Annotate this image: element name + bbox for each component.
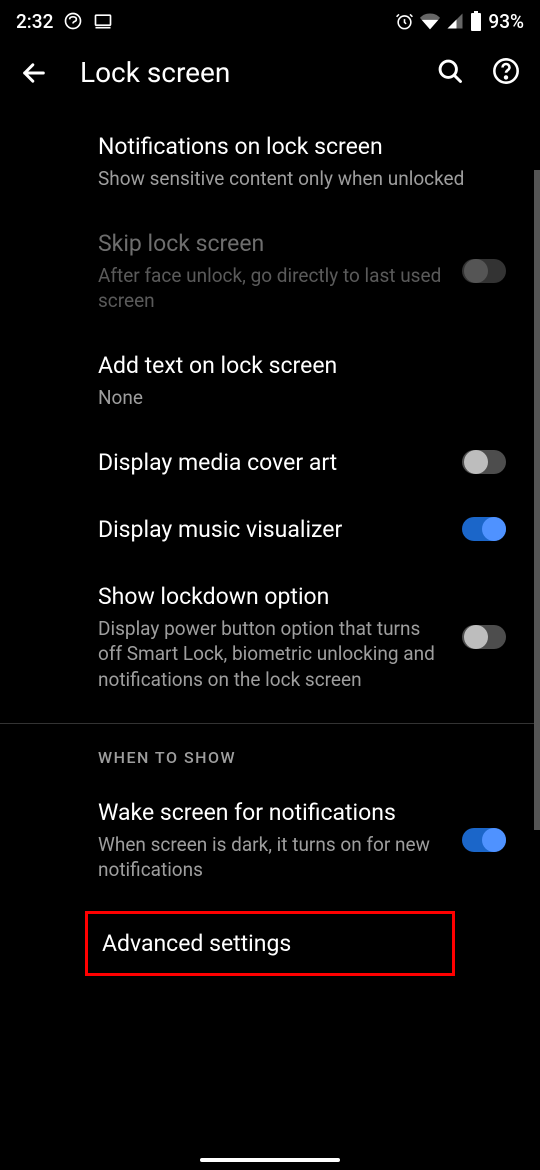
setting-title: Notifications on lock screen	[98, 131, 500, 162]
toggle-lockdown[interactable]	[462, 625, 506, 649]
wifi-icon	[420, 11, 440, 31]
setting-subtitle: After face unlock, go directly to last u…	[98, 263, 446, 314]
toggle-wake[interactable]	[462, 828, 506, 852]
section-header: WHEN TO SHOW	[0, 724, 540, 779]
app-bar: Lock screen	[0, 38, 540, 113]
help-button[interactable]	[492, 57, 520, 89]
page-title: Lock screen	[80, 56, 404, 89]
setting-title: Wake screen for notifications	[98, 797, 446, 828]
settings-list: Notifications on lock screen Show sensit…	[0, 113, 540, 976]
alarm-icon	[395, 12, 414, 31]
toggle-skip-lock	[462, 259, 506, 283]
setting-title: Skip lock screen	[98, 228, 446, 259]
setting-title: Display media cover art	[98, 447, 446, 478]
scrollbar[interactable]	[534, 170, 540, 830]
setting-title: Add text on lock screen	[98, 350, 500, 381]
setting-subtitle: When screen is dark, it turns on for new…	[98, 832, 446, 883]
setting-lockdown[interactable]: Show lockdown option Display power butto…	[0, 563, 540, 711]
setting-title: Display music visualizer	[98, 514, 446, 545]
battery-percent: 93%	[488, 10, 524, 33]
setting-subtitle: None	[98, 385, 500, 411]
battery-icon	[470, 11, 482, 31]
setting-cover-art[interactable]: Display media cover art	[0, 429, 540, 496]
setting-skip-lock: Skip lock screen After face unlock, go d…	[0, 210, 540, 332]
setting-subtitle: Show sensitive content only when unlocke…	[98, 166, 500, 192]
status-bar: 2:32 93%	[0, 0, 540, 38]
setting-subtitle: Display power button option that turns o…	[98, 616, 446, 693]
status-time: 2:32	[16, 10, 53, 33]
back-button[interactable]	[20, 59, 48, 87]
nav-handle[interactable]	[200, 1158, 340, 1162]
setting-wake-screen[interactable]: Wake screen for notifications When scree…	[0, 779, 540, 901]
setting-title: Show lockdown option	[98, 581, 446, 612]
search-button[interactable]	[436, 57, 464, 89]
advanced-settings-highlight[interactable]: Advanced settings	[85, 911, 455, 976]
setting-music-viz[interactable]: Display music visualizer	[0, 496, 540, 563]
advanced-settings-label: Advanced settings	[102, 930, 438, 957]
setting-add-text[interactable]: Add text on lock screen None	[0, 332, 540, 429]
setting-notifications[interactable]: Notifications on lock screen Show sensit…	[0, 113, 540, 210]
toggle-cover-art[interactable]	[462, 450, 506, 474]
signal-icon	[446, 12, 464, 30]
toggle-music-viz[interactable]	[462, 517, 506, 541]
whatsapp-icon	[63, 11, 83, 31]
cast-icon	[93, 11, 113, 31]
